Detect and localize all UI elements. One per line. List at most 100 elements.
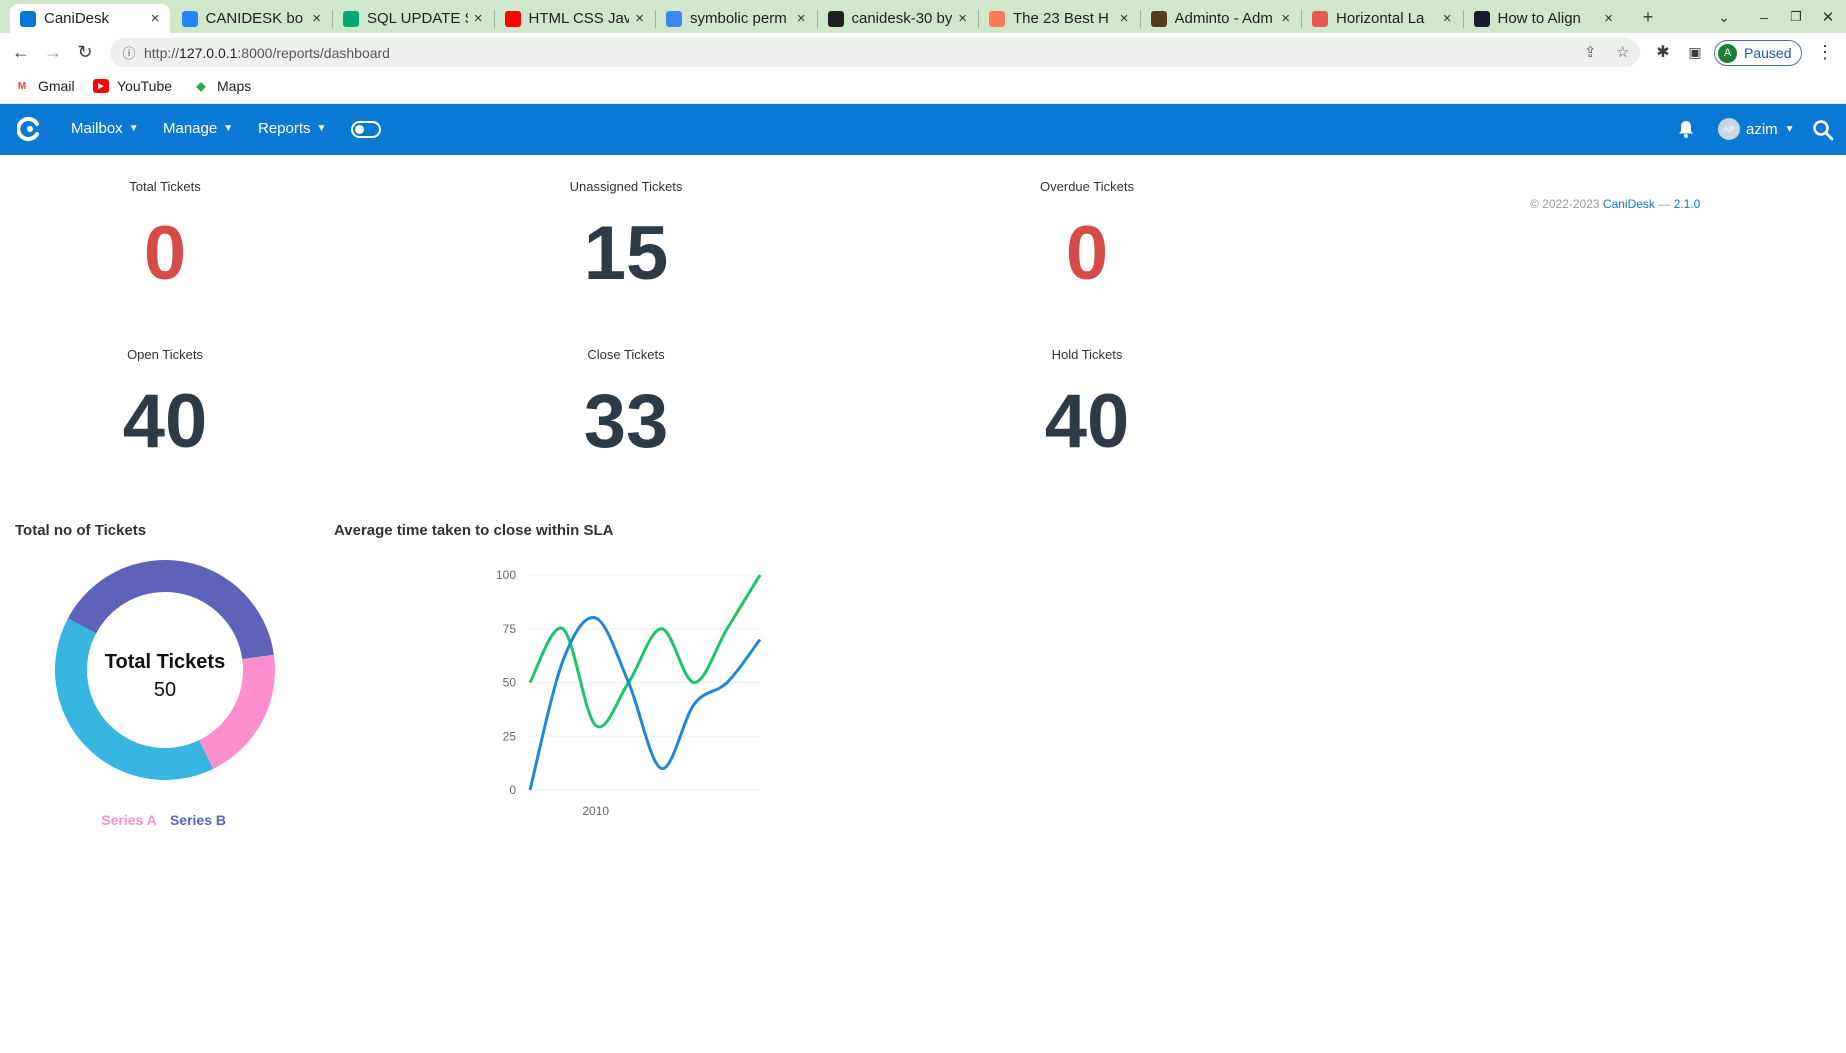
adminto-favicon	[1150, 10, 1167, 27]
youtube-favicon	[504, 10, 521, 27]
tab-title: symbolic perm	[690, 10, 787, 27]
profile-button[interactable]: A Paused	[1714, 40, 1803, 66]
browser-tab[interactable]: Horizontal La ×	[1302, 4, 1462, 33]
bookmark-youtube[interactable]: ▶ YouTube	[93, 78, 172, 94]
bookmark-maps[interactable]: ◆ Maps	[193, 78, 251, 94]
y-tick-label: 50	[503, 676, 517, 690]
howto-favicon	[1473, 10, 1490, 27]
stat-label: Close Tickets	[587, 347, 665, 362]
reload-icon[interactable]: ↻	[72, 39, 98, 65]
y-tick-label: 75	[503, 622, 517, 636]
line-chart-title: Average time taken to close within SLA	[334, 522, 614, 539]
series-line[interactable]	[528, 616, 762, 791]
tab-title: Horizontal La	[1336, 10, 1425, 27]
extensions-puzzle-icon[interactable]: ✱	[1650, 39, 1676, 65]
tab-separator	[493, 10, 495, 28]
browser-tab[interactable]: symbolic perm ×	[656, 4, 816, 33]
side-panel-icon[interactable]: ▣	[1682, 39, 1708, 65]
tab-close-icon[interactable]: ×	[1281, 10, 1290, 27]
canidesk-logo-icon[interactable]	[17, 117, 41, 141]
tab-title: SQL UPDATE S	[367, 10, 468, 27]
y-tick-label: 0	[509, 783, 516, 797]
tab-close-icon[interactable]: ×	[312, 10, 321, 27]
tab-separator	[1139, 10, 1141, 28]
bookmarks-bar: M Gmail ▶ YouTube ◆ Maps	[0, 72, 1846, 104]
search-icon[interactable]	[1812, 119, 1834, 141]
stat-hold-tickets: Hold Tickets 40	[937, 347, 1237, 460]
separator: —	[1654, 197, 1674, 211]
menu-reports[interactable]: Reports ▼	[258, 120, 326, 137]
tab-title: canidesk-30 by	[851, 10, 953, 27]
profile-status: Paused	[1744, 45, 1792, 61]
hubspot-favicon	[989, 10, 1005, 27]
stat-label: Open Tickets	[127, 347, 203, 362]
browser-tab[interactable]: How to Align ×	[1464, 4, 1624, 33]
notification-bell-icon[interactable]	[1676, 119, 1696, 139]
brand-link[interactable]: CaniDesk	[1603, 197, 1655, 211]
browser-tab[interactable]: CaniDesk ×	[10, 4, 170, 33]
forward-arrow-icon[interactable]: →	[40, 39, 66, 65]
legend-item[interactable]: Series B	[170, 812, 226, 828]
donut-slice[interactable]	[67, 560, 274, 660]
browser-tab[interactable]: HTML CSS Jav ×	[495, 4, 655, 33]
browser-tab[interactable]: Adminto - Adm ×	[1141, 4, 1301, 33]
browser-tab[interactable]: The 23 Best H ×	[979, 4, 1139, 33]
share-icon[interactable]: ⇪	[1584, 43, 1597, 61]
theme-toggle[interactable]	[351, 121, 381, 138]
address-url: http://127.0.0.1:8000/reports/dashboard	[144, 44, 390, 61]
browser-tab[interactable]: SQL UPDATE S ×	[333, 4, 493, 33]
gmail-icon: M	[17, 80, 27, 92]
tab-title: HTML CSS Jav	[528, 10, 630, 27]
github-favicon	[827, 10, 844, 27]
address-bar[interactable]: ⓘ http://127.0.0.1:8000/reports/dashboar…	[110, 38, 1640, 67]
user-name: azim	[1746, 120, 1778, 138]
stat-unassigned-tickets: Unassigned Tickets 15	[476, 179, 776, 292]
donut-chart-title: Total no of Tickets	[15, 522, 147, 539]
browser-tab[interactable]: CANIDESK bo ×	[172, 4, 332, 33]
menu-mailbox[interactable]: Mailbox ▼	[71, 120, 139, 137]
stat-value: 40	[122, 379, 208, 464]
user-menu[interactable]: AP azim ▼	[1718, 118, 1795, 140]
minimize-window-icon[interactable]: –	[1750, 4, 1778, 30]
tab-close-icon[interactable]: ×	[151, 10, 160, 27]
menu-label: Reports	[258, 120, 311, 137]
canidesk-favicon	[20, 10, 36, 27]
tab-close-icon[interactable]: ×	[1120, 10, 1129, 27]
back-arrow-icon[interactable]: ←	[8, 39, 34, 65]
new-tab-button[interactable]: +	[1634, 4, 1662, 30]
restore-window-icon[interactable]: ❐	[1782, 4, 1810, 30]
tab-close-icon[interactable]: ×	[474, 10, 483, 27]
site-info-icon[interactable]: ⓘ	[114, 43, 144, 62]
tab-close-icon[interactable]: ×	[797, 10, 806, 27]
bookmark-gmail[interactable]: M Gmail	[14, 78, 75, 94]
close-window-icon[interactable]: ✕	[1814, 4, 1842, 30]
app-navbar: Mailbox ▼ Manage ▼ Reports ▼ AP azim ▼	[0, 104, 1846, 155]
tab-close-icon[interactable]: ×	[635, 10, 644, 27]
series-line[interactable]	[528, 574, 762, 729]
copyright-note: © 2022-2023 CaniDesk — 2.1.0	[1530, 197, 1700, 211]
donut-slice[interactable]	[55, 618, 214, 780]
bookmark-star-icon[interactable]: ☆	[1616, 43, 1629, 61]
tab-close-icon[interactable]: ×	[958, 10, 967, 27]
jira-favicon	[181, 10, 198, 27]
tab-search-icon[interactable]: ⌄	[1710, 4, 1738, 30]
stat-label: Total Tickets	[129, 179, 201, 194]
browser-toolbar: ← → ↻ ⓘ http://127.0.0.1:8000/reports/da…	[0, 33, 1846, 72]
stat-value: 0	[1065, 211, 1109, 296]
y-tick-label: 25	[503, 729, 517, 743]
browser-tab[interactable]: canidesk-30 by ×	[818, 4, 978, 33]
caret-down-icon: ▼	[223, 123, 234, 134]
tab-title: CANIDESK bo	[205, 10, 304, 27]
donut-center-label: Total Tickets	[105, 651, 225, 673]
tab-close-icon[interactable]: ×	[1604, 10, 1613, 27]
stat-close-tickets: Close Tickets 33	[476, 347, 776, 460]
youtube-icon: ▶	[93, 79, 109, 93]
browser-menu-icon[interactable]: ⋮	[1812, 39, 1838, 65]
version-link[interactable]: 2.1.0	[1674, 197, 1701, 211]
legend-item[interactable]: Series A	[101, 812, 157, 828]
tab-separator	[655, 10, 656, 28]
tab-close-icon[interactable]: ×	[1443, 10, 1452, 27]
copyright-text: © 2022-2023	[1530, 197, 1603, 211]
menu-manage[interactable]: Manage ▼	[163, 120, 233, 137]
stat-label: Hold Tickets	[1051, 347, 1123, 362]
